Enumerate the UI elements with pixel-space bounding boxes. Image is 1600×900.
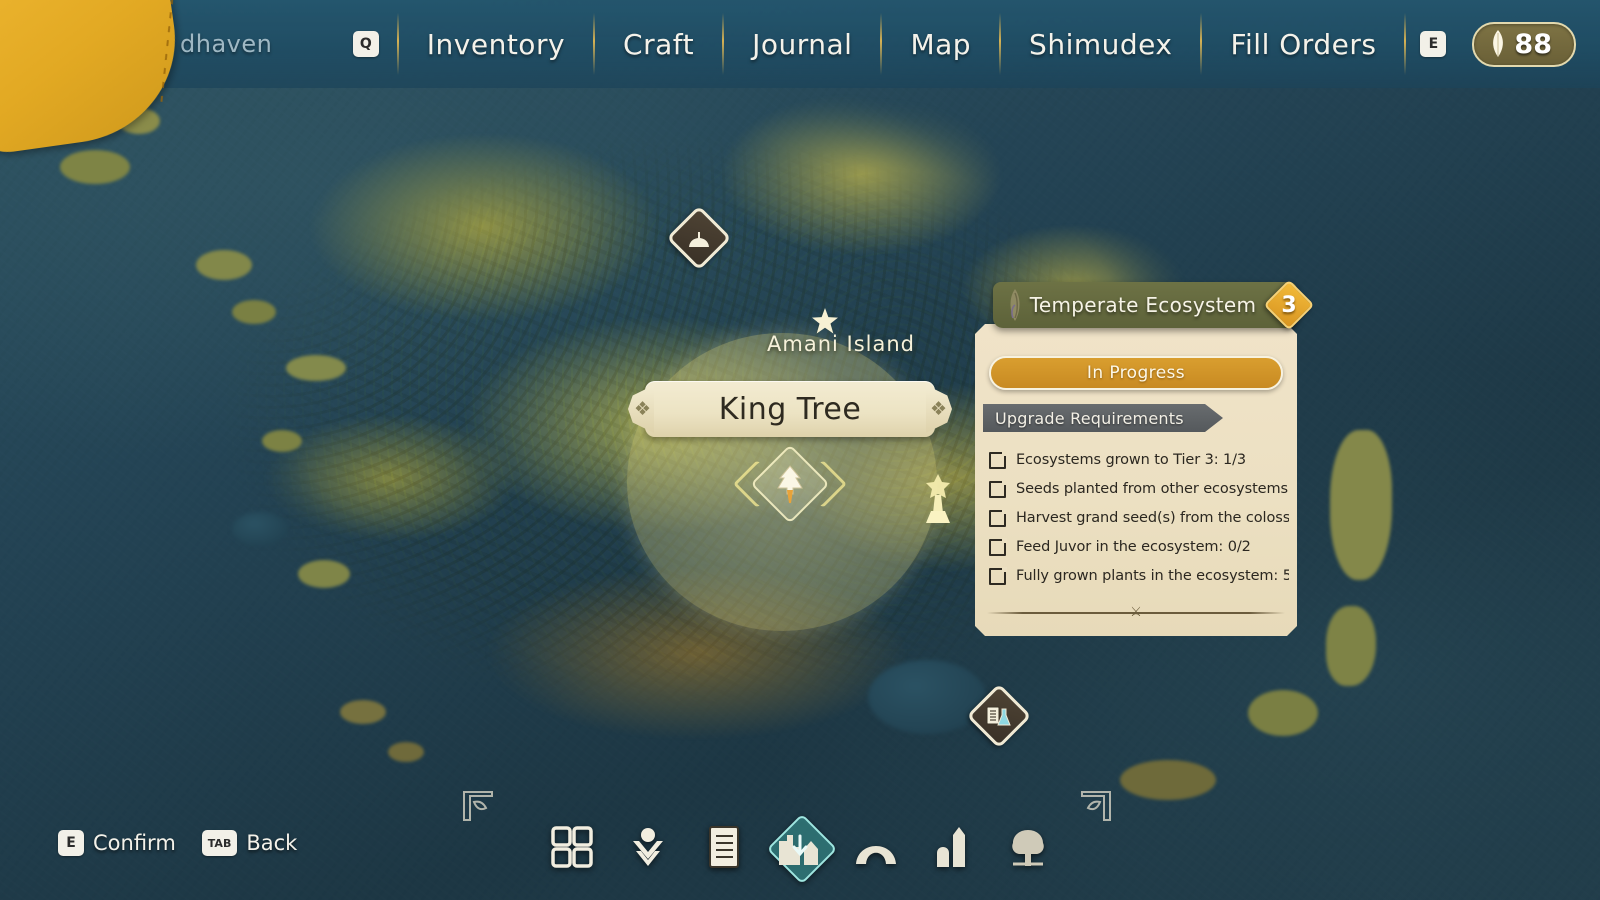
panel-header: Temperate Ecosystem 3: [993, 279, 1315, 331]
inland-lake: [232, 512, 288, 546]
island-label: Amani Island: [767, 332, 915, 356]
small-island: [298, 560, 350, 588]
map-corner-ornament: [463, 791, 493, 821]
plaque-ornament-right: ❖: [930, 398, 948, 420]
requirement-label: Fully grown plants in the ecosystem: 51/…: [1016, 568, 1289, 584]
tree-icon: [1012, 830, 1044, 866]
requirement-label: Ecosystems grown to Tier 3: 1/3: [1016, 452, 1247, 468]
requirement-checkbox[interactable]: [989, 568, 1006, 585]
cave-marker[interactable]: [666, 205, 732, 271]
confirm-label: Confirm: [93, 831, 176, 855]
nav-item-inventory[interactable]: Inventory: [399, 28, 593, 61]
top-navigation-bar: dhaven Q Inventory Craft Journal Map Shi…: [0, 0, 1600, 88]
grid-four-squares-icon: [551, 826, 593, 868]
prompt-back[interactable]: TAB Back: [201, 830, 298, 856]
requirement-row: Harvest grand seed(s) from the colossal …: [989, 504, 1289, 532]
arch-icon: [856, 846, 896, 864]
requirement-row: Ecosystems grown to Tier 3: 1/3: [989, 446, 1289, 474]
status-badge[interactable]: In Progress: [989, 356, 1283, 390]
small-island: [340, 700, 386, 724]
requirement-label: Seeds planted from other ecosystems: 0/1…: [1016, 481, 1289, 497]
nav-item-shimudex[interactable]: Shimudex: [1001, 28, 1200, 61]
ecosystem-info-panel: Temperate Ecosystem 3 In Progress Upgrad…: [975, 279, 1315, 636]
panel-title: Temperate Ecosystem: [1029, 293, 1257, 317]
selected-location-plaque[interactable]: ❖ King Tree ❖: [634, 381, 947, 437]
map-filter-bar: [549, 822, 1051, 872]
prompt-confirm[interactable]: E Confirm: [58, 830, 176, 856]
filter-all[interactable]: [549, 822, 595, 872]
section-title: Upgrade Requirements: [995, 408, 1184, 428]
requirement-checkbox[interactable]: [989, 452, 1006, 469]
filter-buildings[interactable]: [929, 822, 975, 872]
small-island: [388, 742, 424, 762]
colossal-tree-marker[interactable]: [921, 473, 955, 525]
small-island: [232, 300, 276, 324]
requirement-checkbox[interactable]: [989, 539, 1006, 556]
map-screen: Amani Island ❖ King Tree ❖ dhaven Q Inve…: [0, 0, 1600, 900]
nav-divider: [1404, 13, 1407, 75]
requirement-checkbox[interactable]: [989, 510, 1006, 527]
inland-lake: [868, 660, 986, 734]
filter-quests[interactable]: [701, 822, 747, 872]
map-corner-ornament: [1081, 791, 1111, 821]
filter-structures[interactable]: [853, 822, 899, 872]
filter-nature[interactable]: [1005, 822, 1051, 872]
panel-body: In Progress Upgrade Requirements Ecosyst…: [975, 324, 1297, 636]
requirement-row: Feed Juvor in the ecosystem: 0/2: [989, 533, 1289, 561]
small-island: [60, 150, 130, 184]
small-island: [286, 355, 346, 381]
section-header-upgrade-requirements: Upgrade Requirements: [983, 404, 1223, 432]
research-marker[interactable]: [966, 683, 1032, 749]
small-island: [1248, 690, 1318, 736]
back-label: Back: [246, 831, 298, 855]
nav-item-journal[interactable]: Journal: [724, 28, 880, 61]
cave-entrance-icon: [676, 215, 722, 261]
panel-footer-divider: ⚔: [987, 606, 1285, 620]
small-island: [1326, 606, 1376, 686]
requirement-checkbox[interactable]: [989, 481, 1006, 498]
king-tree-icon: [777, 465, 803, 503]
seedling-icon: [1010, 289, 1020, 321]
seed-icon: [1493, 30, 1504, 57]
divider-ornament-icon: ⚔: [1130, 605, 1142, 620]
location-pin-icon: [633, 828, 663, 866]
requirement-label: Harvest grand seed(s) from the colossal …: [1016, 510, 1289, 526]
location-key-hint: Q: [352, 31, 379, 57]
currency-display: 88: [1472, 21, 1576, 67]
nav-item-fill-orders[interactable]: Fill Orders: [1202, 28, 1404, 61]
requirement-row: Seeds planted from other ecosystems: 0/1…: [989, 475, 1289, 503]
small-island: [262, 430, 302, 452]
checklist-icon: [709, 826, 739, 868]
selected-map-marker[interactable]: [732, 444, 848, 524]
input-prompts: E Confirm TAB Back: [58, 830, 297, 856]
filter-ruins[interactable]: [777, 822, 823, 872]
plaque-ornament-left: ❖: [634, 398, 652, 420]
tier-number: 3: [1281, 292, 1297, 318]
filter-waypoint[interactable]: [625, 822, 671, 872]
small-island: [1330, 430, 1392, 580]
requirements-list: Ecosystems grown to Tier 3: 1/3 Seeds pl…: [975, 446, 1297, 590]
small-island: [1120, 760, 1216, 800]
small-island: [196, 250, 252, 280]
nav-item-craft[interactable]: Craft: [595, 28, 722, 61]
currency-value: 88: [1514, 28, 1552, 60]
confirm-key-hint: E: [58, 830, 84, 856]
next-page-key-hint: E: [1420, 31, 1447, 57]
building-icon: [937, 827, 965, 867]
requirement-row: Fully grown plants in the ecosystem: 51/…: [989, 562, 1289, 590]
nav-item-map[interactable]: Map: [882, 28, 999, 61]
book-flask-icon: [976, 693, 1022, 739]
back-key-hint: TAB: [201, 830, 238, 856]
alert-download-icon: [792, 834, 808, 857]
selected-location-label: King Tree: [718, 391, 862, 427]
status-label: In Progress: [1086, 363, 1186, 383]
requirement-label: Feed Juvor in the ecosystem: 0/2: [1016, 539, 1251, 555]
